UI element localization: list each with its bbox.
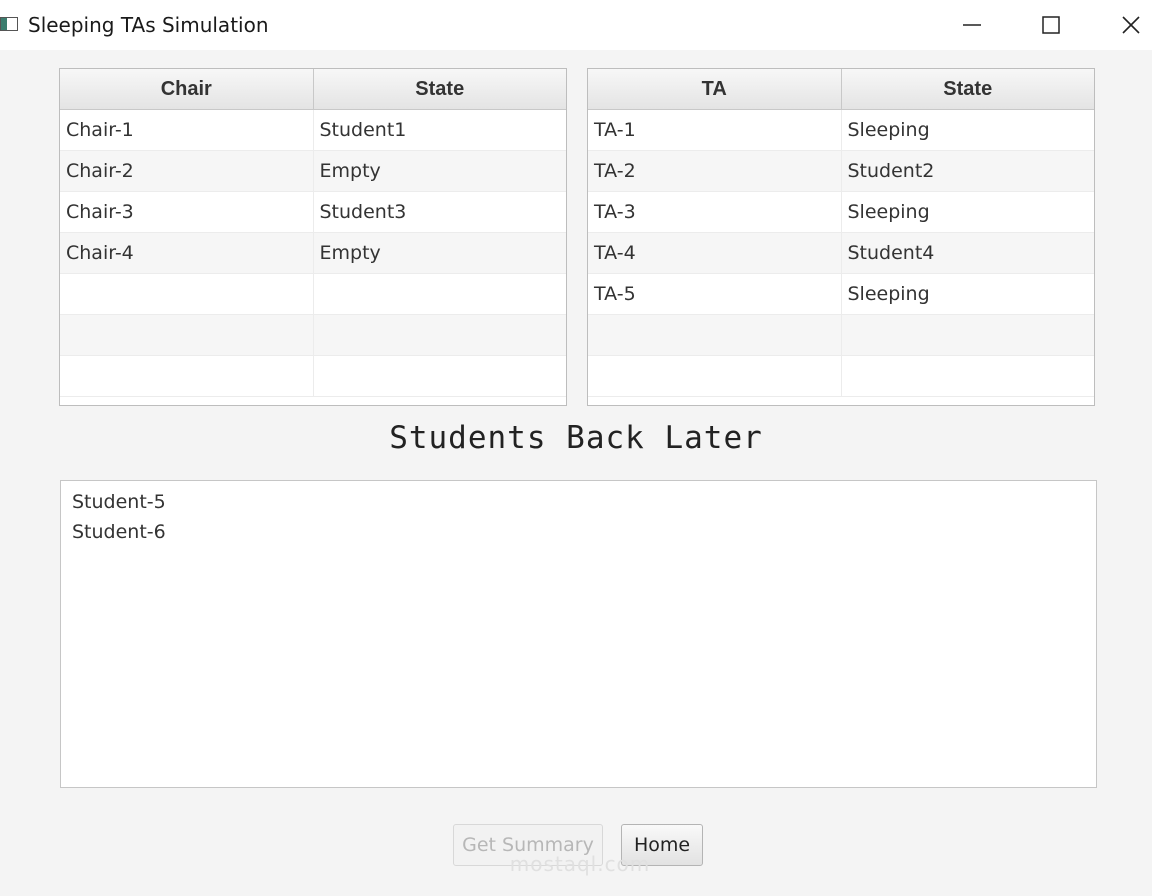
- window-title: Sleeping TAs Simulation: [28, 13, 269, 37]
- cell-state: Empty: [312, 233, 567, 273]
- cell-state: Empty: [312, 151, 567, 191]
- cell-state: Student3: [312, 192, 567, 232]
- tas-table[interactable]: TA State TA-1 Sleeping TA-2 Student2 TA-…: [587, 68, 1095, 406]
- column-header-chair[interactable]: Chair: [60, 69, 313, 109]
- empty-cell: [60, 315, 313, 355]
- table-row[interactable]: TA-5 Sleeping: [588, 274, 1094, 315]
- list-item[interactable]: Student-6: [72, 519, 1085, 549]
- empty-cell: [588, 356, 841, 396]
- column-header-state[interactable]: State: [840, 69, 1095, 109]
- cell-state: Sleeping: [840, 274, 1095, 314]
- chairs-table[interactable]: Chair State Chair-1 Student1 Chair-2 Emp…: [59, 68, 567, 406]
- cell-state: Sleeping: [840, 192, 1095, 232]
- cell-chair: Chair-2: [66, 160, 134, 182]
- empty-table-row: [60, 274, 566, 315]
- empty-cell: [312, 274, 567, 314]
- app-window-icon: [0, 16, 18, 32]
- tas-table-header: TA State: [588, 69, 1094, 110]
- empty-cell: [312, 315, 567, 355]
- students-back-later-heading: Students Back Later: [389, 420, 763, 456]
- table-row[interactable]: TA-4 Student4: [588, 233, 1094, 274]
- cell-state: Student4: [840, 233, 1095, 273]
- table-row[interactable]: TA-1 Sleeping: [588, 110, 1094, 151]
- cell-ta: TA-5: [594, 283, 636, 305]
- table-row[interactable]: Chair-1 Student1: [60, 110, 566, 151]
- empty-cell: [60, 274, 313, 314]
- column-header-ta[interactable]: TA: [588, 69, 841, 109]
- cell-ta: TA-2: [594, 160, 636, 182]
- minimize-button[interactable]: [942, 0, 1002, 50]
- close-button[interactable]: [1101, 0, 1152, 50]
- table-row[interactable]: Chair-3 Student3: [60, 192, 566, 233]
- watermark: mostaql.com: [509, 852, 651, 876]
- table-row[interactable]: Chair-4 Empty: [60, 233, 566, 274]
- chairs-table-header: Chair State: [60, 69, 566, 110]
- empty-cell: [840, 315, 1095, 355]
- cell-state: Student1: [312, 110, 567, 150]
- cell-ta: TA-1: [594, 119, 636, 141]
- empty-cell: [312, 356, 567, 396]
- cell-chair: Chair-1: [66, 119, 134, 141]
- table-row[interactable]: TA-2 Student2: [588, 151, 1094, 192]
- empty-table-row: [588, 356, 1094, 397]
- cell-chair: Chair-4: [66, 242, 134, 264]
- empty-cell: [60, 356, 313, 396]
- students-back-later-list[interactable]: Student-5 Student-6: [60, 480, 1097, 788]
- maximize-button[interactable]: [1021, 0, 1081, 50]
- empty-table-row: [588, 315, 1094, 356]
- column-header-state[interactable]: State: [312, 69, 567, 109]
- cell-ta: TA-3: [594, 201, 636, 223]
- table-row[interactable]: Chair-2 Empty: [60, 151, 566, 192]
- cell-chair: Chair-3: [66, 201, 134, 223]
- minimize-icon: [962, 15, 982, 35]
- cell-state: Sleeping: [840, 110, 1095, 150]
- empty-table-row: [60, 356, 566, 397]
- cell-ta: TA-4: [594, 242, 636, 264]
- list-item[interactable]: Student-5: [72, 489, 1085, 519]
- table-row[interactable]: TA-3 Sleeping: [588, 192, 1094, 233]
- close-icon: [1121, 15, 1141, 35]
- empty-table-row: [60, 315, 566, 356]
- empty-cell: [840, 356, 1095, 396]
- cell-state: Student2: [840, 151, 1095, 191]
- maximize-icon: [1041, 15, 1061, 35]
- title-bar: Sleeping TAs Simulation: [0, 0, 1152, 50]
- empty-cell: [588, 315, 841, 355]
